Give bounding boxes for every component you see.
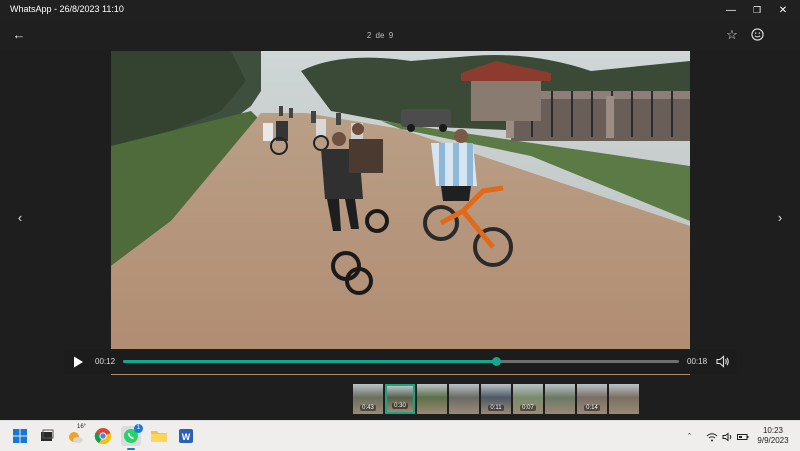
- task-view-button[interactable]: [37, 426, 57, 446]
- svg-text:W: W: [182, 432, 191, 442]
- video-frame[interactable]: [111, 51, 690, 375]
- react-button[interactable]: [747, 26, 767, 44]
- media-filmstrip: 0:43 0:30 0:11 0:07 0:14: [353, 384, 639, 414]
- seek-bar[interactable]: [123, 357, 679, 366]
- close-icon: ✕: [778, 4, 788, 16]
- volume-icon: [716, 355, 729, 368]
- filmstrip-thumbnail[interactable]: 0:07: [513, 384, 543, 414]
- restore-icon: ❐: [752, 4, 762, 15]
- clock-date: 9/9/2023: [757, 436, 789, 445]
- filmstrip-thumbnail[interactable]: 0:30: [385, 384, 415, 414]
- play-button[interactable]: [70, 354, 86, 370]
- playback-controls: 00:12 00:18: [64, 349, 737, 374]
- media-position: 2 de 9: [0, 31, 760, 40]
- play-icon: [74, 356, 83, 368]
- seek-progress: [123, 360, 496, 363]
- seek-handle[interactable]: [491, 357, 501, 366]
- chevron-up-icon: ˆ: [688, 432, 691, 442]
- position-separator: de: [375, 31, 385, 40]
- filmstrip-thumbnail[interactable]: 0:43: [353, 384, 383, 414]
- thumbnail-duration: 0:43: [360, 405, 376, 411]
- battery-icon: [737, 434, 749, 440]
- next-media-button[interactable]: ›: [772, 208, 788, 228]
- speaker-icon: [722, 432, 732, 442]
- position-total: 9: [388, 31, 394, 40]
- windows-icon: [13, 429, 27, 443]
- thumbnail-image: [545, 384, 575, 414]
- filmstrip-thumbnail[interactable]: 0:14: [577, 384, 607, 414]
- whatsapp-unread-badge: 1: [134, 424, 143, 433]
- task-view-icon: [41, 429, 54, 441]
- viewer-header: ← 2 de 9 ☆: [0, 20, 800, 50]
- thumbnail-duration: 0:07: [520, 405, 536, 411]
- minimize-icon: —: [726, 4, 736, 16]
- total-duration: 00:18: [687, 357, 708, 366]
- filmstrip-thumbnail[interactable]: [417, 384, 447, 414]
- volume-button[interactable]: [716, 355, 730, 368]
- close-button[interactable]: ✕: [766, 0, 800, 20]
- chevron-right-icon: ›: [777, 210, 783, 225]
- chrome-app[interactable]: [93, 426, 113, 446]
- thumbnail-image: [449, 384, 479, 414]
- start-button[interactable]: [10, 426, 30, 446]
- wifi-icon: [706, 433, 718, 442]
- thumbnail-image: [417, 384, 447, 414]
- thumbnail-duration: 0:14: [584, 405, 600, 411]
- whatsapp-app[interactable]: 1: [121, 424, 143, 450]
- network-button[interactable]: [706, 432, 718, 444]
- word-icon: W: [179, 429, 193, 443]
- star-icon: ☆: [726, 27, 738, 42]
- filmstrip-thumbnail[interactable]: [449, 384, 479, 414]
- taskbar: 16° 1 W ˆ 10:23 9/9/2023: [0, 420, 800, 451]
- star-button[interactable]: ☆: [722, 26, 742, 44]
- chevron-left-icon: ‹: [17, 210, 23, 225]
- window-title: WhatsApp - 26/8/2023 11:10: [10, 4, 124, 14]
- weather-temperature: 16°: [77, 424, 87, 430]
- volume-tray-button[interactable]: [722, 432, 734, 444]
- previous-media-button[interactable]: ‹: [12, 208, 28, 228]
- thumbnail-duration: 0:30: [392, 403, 408, 409]
- thumbnail-image: [609, 384, 639, 414]
- weather-widget[interactable]: 16°: [65, 424, 87, 446]
- word-app[interactable]: W: [176, 426, 196, 446]
- filmstrip-thumbnail[interactable]: [545, 384, 575, 414]
- elapsed-time: 00:12: [95, 357, 116, 366]
- file-explorer-app[interactable]: [149, 426, 169, 446]
- battery-button[interactable]: [737, 432, 749, 444]
- position-index: 2: [366, 31, 372, 40]
- filmstrip-thumbnail[interactable]: [609, 384, 639, 414]
- filmstrip-thumbnail[interactable]: 0:11: [481, 384, 511, 414]
- chrome-icon: [94, 428, 112, 445]
- window-title-bar: WhatsApp - 26/8/2023 11:10 — ❐ ✕: [0, 0, 800, 20]
- video-scene: [111, 51, 690, 375]
- clock-time: 10:23: [762, 426, 784, 435]
- taskbar-clock[interactable]: 10:23 9/9/2023: [753, 426, 793, 446]
- folder-icon: [151, 431, 167, 442]
- emoji-icon: [750, 28, 764, 41]
- thumbnail-duration: 0:11: [488, 405, 504, 411]
- show-hidden-icons-button[interactable]: ˆ: [688, 432, 691, 442]
